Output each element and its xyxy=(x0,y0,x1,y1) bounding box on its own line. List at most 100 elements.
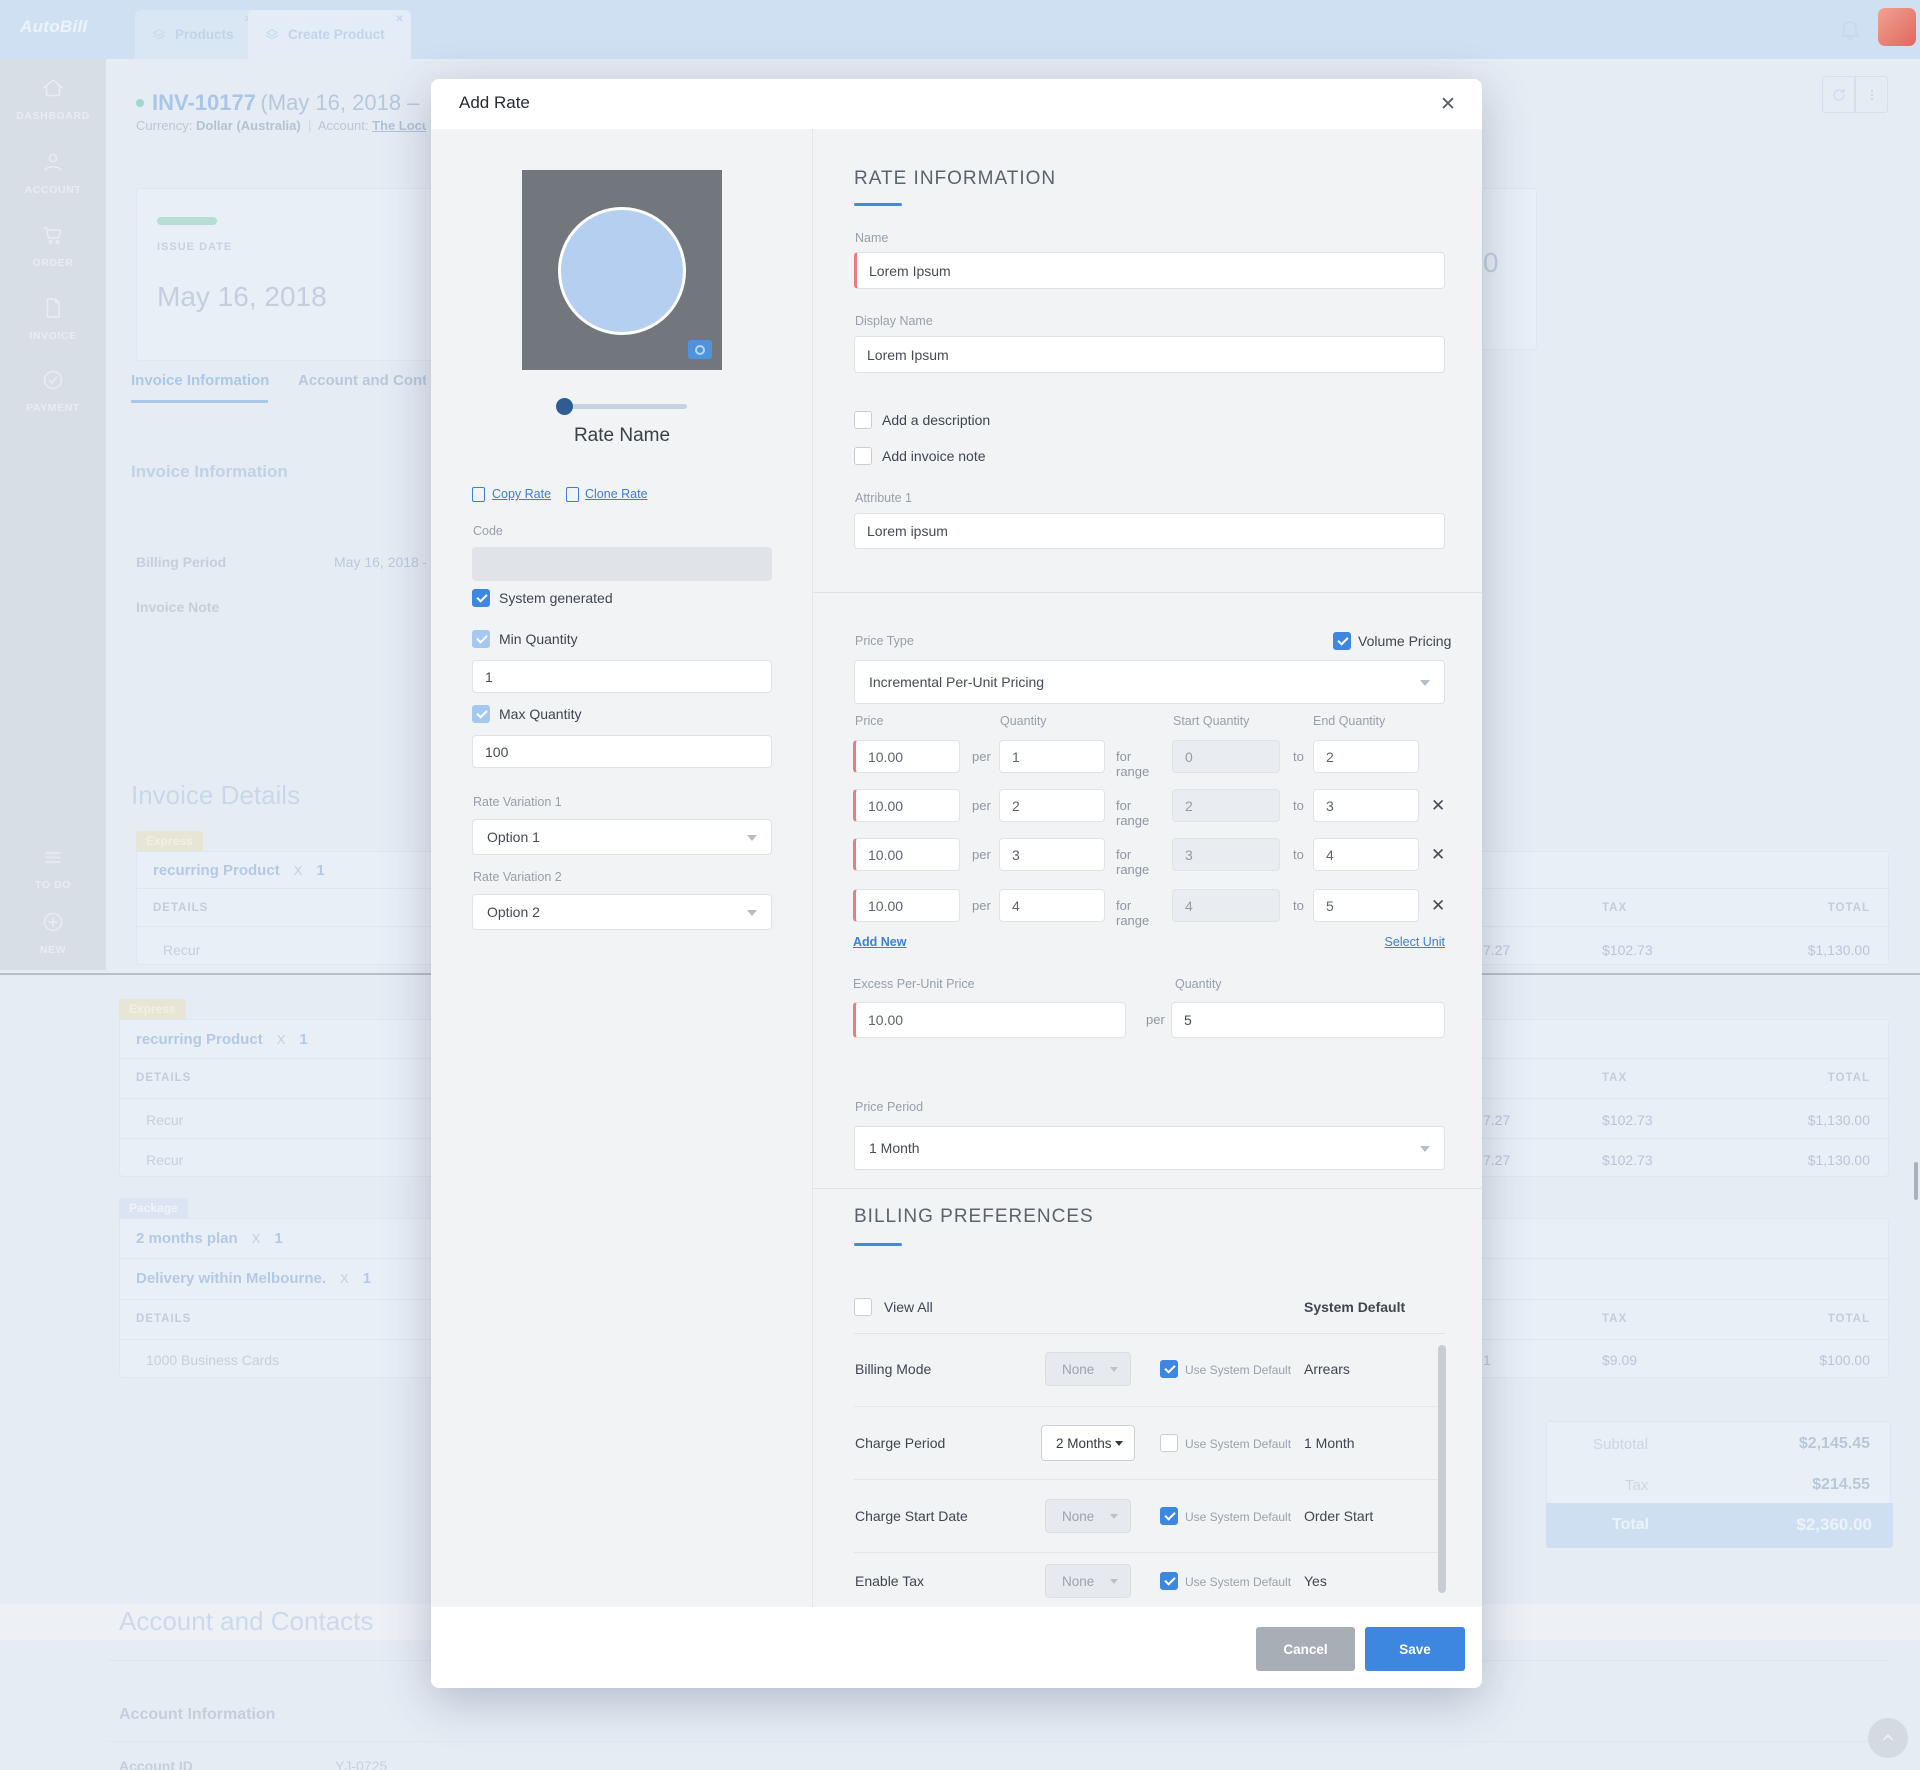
price-period-value: 1 Month xyxy=(869,1140,920,1156)
sidebar-item-payment[interactable]: PAYMENT xyxy=(0,368,106,414)
select-unit-link[interactable]: Select Unit xyxy=(1305,935,1445,949)
chevron-up-icon xyxy=(1883,1734,1893,1741)
save-button[interactable]: Save xyxy=(1365,1627,1465,1671)
billing-scrollbar[interactable] xyxy=(1438,1345,1446,1593)
use-system-default-label: Use System Default xyxy=(1185,1437,1292,1451)
tab-account-contacts[interactable]: Account and Conta xyxy=(298,372,426,389)
price-input[interactable]: 10.00 xyxy=(853,789,960,822)
end-quantity-input[interactable]: 2 xyxy=(1313,740,1419,773)
end-quantity-input[interactable]: 5 xyxy=(1313,889,1419,922)
remove-row-icon[interactable]: ✕ xyxy=(1431,896,1445,916)
sidebar-item-invoice[interactable]: INVOICE xyxy=(0,296,106,342)
select-value: 2 Months xyxy=(1056,1435,1112,1451)
price-input[interactable]: 10.00 xyxy=(853,889,960,922)
sidebar-item-account[interactable]: ACCOUNT xyxy=(0,150,106,196)
system-generated-label: System generated xyxy=(499,590,613,606)
start-quantity-input: 3 xyxy=(1172,838,1280,871)
add-description-checkbox[interactable] xyxy=(854,411,872,429)
for-range-label: for range xyxy=(1116,847,1150,877)
rate-variation-2-select[interactable]: Option 2 xyxy=(472,894,772,930)
tab-create-product[interactable]: Create Product ✕ xyxy=(248,10,411,59)
code-input[interactable] xyxy=(472,547,772,581)
total-header: TOTAL xyxy=(1827,1313,1870,1325)
bell-icon[interactable] xyxy=(1838,16,1862,42)
excess-quantity-input[interactable]: 5 xyxy=(1171,1002,1445,1038)
use-system-default-checkbox[interactable] xyxy=(1160,1360,1178,1378)
billing-row-charge-period: Charge Period 2 Months Use System Defaul… xyxy=(854,1406,1445,1479)
tab-close-icon[interactable]: ✕ xyxy=(395,14,403,25)
add-invoice-note-checkbox[interactable] xyxy=(854,447,872,465)
remove-row-icon[interactable]: ✕ xyxy=(1431,845,1445,865)
document-icon xyxy=(46,298,60,318)
add-invoice-note-label: Add invoice note xyxy=(882,448,986,464)
sidebar-item-todo[interactable]: TO DO xyxy=(0,845,106,891)
camera-icon[interactable] xyxy=(688,340,712,359)
quantity-input[interactable]: 3 xyxy=(999,838,1105,871)
billing-row-charge-start-date: Charge Start Date None Use System Defaul… xyxy=(854,1479,1445,1552)
sidebar-item-new[interactable]: NEW xyxy=(0,910,106,956)
volume-pricing-checkbox[interactable] xyxy=(1333,632,1351,650)
use-system-default-checkbox[interactable] xyxy=(1160,1434,1178,1452)
billing-row-label: Billing Mode xyxy=(855,1361,932,1377)
display-name-input[interactable]: Lorem Ipsum xyxy=(854,336,1445,373)
page-scrollbar[interactable] xyxy=(1914,1162,1918,1200)
sidebar-item-order[interactable]: ORDER xyxy=(0,223,106,269)
product-qty: 1 xyxy=(316,861,325,879)
quantity-input[interactable]: 1 xyxy=(999,740,1105,773)
attribute-1-input[interactable]: Lorem ipsum xyxy=(854,513,1445,549)
avatar[interactable] xyxy=(1878,8,1916,46)
price-input[interactable]: 10.00 xyxy=(853,838,960,871)
product-name: Delivery within Melbourne. xyxy=(136,1269,327,1287)
quantity-input[interactable]: 4 xyxy=(999,889,1105,922)
refresh-button[interactable] xyxy=(1822,76,1855,113)
account-link[interactable]: The Locu xyxy=(372,118,426,133)
min-quantity-input[interactable]: 1 xyxy=(472,660,772,693)
tab-products[interactable]: Products ✕ xyxy=(135,10,260,59)
times-label: X xyxy=(276,1031,286,1047)
end-quantity-input[interactable]: 4 xyxy=(1313,838,1419,871)
use-system-default-checkbox[interactable] xyxy=(1160,1507,1178,1525)
more-options-button[interactable] xyxy=(1855,76,1888,113)
end-quantity-input[interactable]: 3 xyxy=(1313,789,1419,822)
price-period-label: Price Period xyxy=(855,1100,924,1114)
close-icon[interactable]: ✕ xyxy=(1440,93,1456,116)
price-input[interactable]: 10.00 xyxy=(853,740,960,773)
col-end-quantity: End Quantity xyxy=(1313,714,1386,728)
use-system-default-checkbox[interactable] xyxy=(1160,1572,1178,1590)
max-quantity-input[interactable]: 100 xyxy=(472,735,772,768)
rate-image-placeholder[interactable] xyxy=(522,170,722,370)
detail-row-label: Recur xyxy=(163,942,201,958)
rate-information-heading: RATE INFORMATION xyxy=(854,168,1057,189)
account-id-value: YJ-0725 xyxy=(335,1758,388,1770)
name-input[interactable]: Lorem Ipsum xyxy=(854,252,1445,289)
home-icon xyxy=(43,79,63,97)
excess-per-unit-price-input[interactable]: 10.00 xyxy=(853,1002,1126,1038)
scroll-top-button[interactable] xyxy=(1868,1718,1908,1758)
view-all-checkbox[interactable] xyxy=(854,1298,872,1316)
copy-rate-link[interactable]: Copy Rate xyxy=(492,487,551,501)
total-value: $1,130.00 xyxy=(1807,1152,1870,1168)
billing-row-label: Enable Tax xyxy=(855,1573,925,1589)
rate-variation-1-select[interactable]: Option 1 xyxy=(472,819,772,855)
remove-row-icon[interactable]: ✕ xyxy=(1431,796,1445,816)
add-new-link[interactable]: Add New xyxy=(853,935,906,949)
quantity-input[interactable]: 2 xyxy=(999,789,1105,822)
price-period-select[interactable]: 1 Month xyxy=(854,1126,1445,1170)
cancel-button[interactable]: Cancel xyxy=(1256,1627,1355,1671)
invoice-id[interactable]: INV-10177 xyxy=(152,90,256,115)
zoom-slider[interactable] xyxy=(558,404,687,409)
price-type-select[interactable]: Incremental Per-Unit Pricing xyxy=(854,660,1445,704)
invoice-title: INV-10177 (May 16, 2018 – May 17, 2018) xyxy=(136,90,426,116)
sidebar-item-dashboard[interactable]: DASHBOARD xyxy=(0,76,106,122)
issue-date-label: ISSUE DATE xyxy=(157,241,233,253)
layers-icon xyxy=(153,28,165,39)
clone-rate-link[interactable]: Clone Rate xyxy=(585,487,648,501)
plus-circle-icon xyxy=(43,912,63,932)
min-quantity-checkbox[interactable] xyxy=(472,630,490,648)
tab-invoice-information[interactable]: Invoice Information xyxy=(131,372,269,389)
charge-period-select[interactable]: 2 Months xyxy=(1041,1425,1135,1461)
zoom-slider-thumb[interactable] xyxy=(556,398,573,415)
system-generated-checkbox[interactable] xyxy=(472,589,490,607)
max-quantity-checkbox[interactable] xyxy=(472,705,490,723)
details-header: DETAILS xyxy=(153,902,209,914)
